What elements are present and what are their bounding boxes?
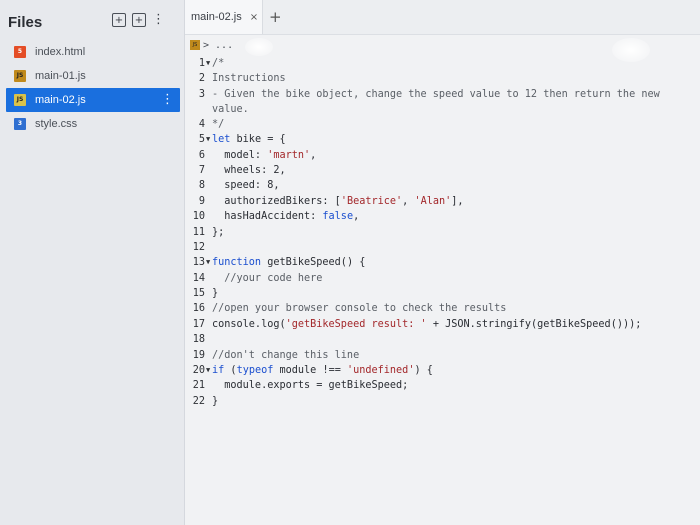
breadcrumb-path: > ...: [203, 39, 234, 51]
line-number: 6: [198, 149, 205, 161]
code-text: wheels: 2,: [212, 164, 286, 176]
code-line[interactable]: 2 Instructions: [185, 71, 700, 86]
kebab-icon[interactable]: ⋮: [152, 13, 165, 27]
code-line[interactable]: 13 ▼ function getBikeSpeed() {: [185, 255, 700, 270]
tab-label: main-02.js: [191, 11, 242, 23]
file-item-main-02-js[interactable]: JS main-02.js ⋮: [6, 88, 180, 112]
line-number: 1: [198, 58, 205, 69]
code-text: authorizedBikers: ['Beatrice', 'Alan'],: [212, 195, 464, 207]
code-line[interactable]: 19 //don't change this line: [185, 348, 700, 363]
code-line[interactable]: 20 ▼ if (typeof module !== 'undefined') {: [185, 363, 700, 378]
code-line[interactable]: 10 hasHadAccident: false,: [185, 209, 700, 224]
code-line[interactable]: 9 authorizedBikers: ['Beatrice', 'Alan']…: [185, 194, 700, 209]
code-line[interactable]: 22}: [185, 394, 700, 409]
code-text: /*: [212, 58, 225, 69]
line-number: 22: [192, 395, 205, 407]
file-item-main-01-js[interactable]: JS main-01.js: [0, 64, 184, 88]
screen-glare: [612, 38, 650, 62]
code-line[interactable]: 3 - Given the bike object, change the spe…: [185, 87, 700, 117]
code-text: let bike = {: [212, 134, 286, 146]
line-number: 17: [192, 318, 205, 330]
line-number: 19: [192, 349, 205, 361]
code-text: model: 'martn',: [212, 149, 317, 161]
new-folder-icon[interactable]: +: [132, 13, 146, 27]
line-number: 16: [192, 303, 205, 315]
code-line[interactable]: 21 module.exports = getBikeSpeed;: [185, 378, 700, 393]
code-line[interactable]: 4 */: [185, 117, 700, 132]
sidebar-toolbar: + + ⋮: [112, 13, 165, 27]
file-menu-kebab-icon[interactable]: ⋮: [161, 92, 174, 107]
fold-toggle-icon[interactable]: ▼: [206, 363, 210, 378]
line-number: 3: [198, 88, 205, 100]
line-number: 4: [198, 118, 205, 130]
code-line[interactable]: 17 console.log('getBikeSpeed result: ' + …: [185, 317, 700, 332]
code-text: //open your browser console to check the…: [212, 303, 507, 315]
file-name: main-02.js: [35, 94, 86, 106]
line-number: 15: [192, 288, 205, 300]
code-text: hasHadAccident: false,: [212, 211, 360, 223]
fold-toggle-icon[interactable]: ▼: [206, 56, 210, 71]
line-number: 10: [192, 211, 205, 223]
screen-glare: [245, 38, 273, 56]
code-line[interactable]: 12: [185, 240, 700, 255]
code-text: Instructions: [212, 73, 286, 85]
code-line[interactable]: 5 ▼ let bike = {: [185, 132, 700, 147]
code-text: }: [212, 288, 219, 300]
js-icon: JS: [14, 70, 26, 82]
breadcrumb[interactable]: JS > ...: [190, 38, 233, 52]
code-line[interactable]: 16 //open your browser console to check t…: [185, 301, 700, 316]
code-text: };: [212, 226, 225, 238]
code-text: //your code here: [212, 272, 323, 284]
file-name: style.css: [35, 118, 78, 130]
file-name: main-01.js: [35, 70, 86, 82]
line-number: 21: [192, 380, 205, 392]
code-line[interactable]: 11};: [185, 225, 700, 240]
code-text: module.exports = getBikeSpeed;: [212, 380, 409, 392]
css3-icon: 3: [14, 118, 26, 130]
files-title: Files: [8, 14, 43, 31]
code-text: speed: 8,: [212, 180, 280, 192]
close-icon[interactable]: ×: [250, 12, 258, 23]
new-file-icon[interactable]: +: [112, 13, 126, 27]
add-tab-icon[interactable]: +: [269, 8, 282, 26]
line-number: 13: [192, 257, 205, 269]
code-line[interactable]: 14 //your code here: [185, 271, 700, 286]
code-line[interactable]: 7 wheels: 2,: [185, 163, 700, 178]
code-text: console.log('getBikeSpeed result: ' + JS…: [212, 318, 642, 330]
line-number: 8: [198, 180, 205, 192]
fold-toggle-icon[interactable]: ▼: [206, 132, 210, 147]
code-line[interactable]: 8 speed: 8,: [185, 178, 700, 193]
js-icon: JS: [14, 94, 26, 106]
line-number: 9: [198, 195, 205, 207]
code-text: if (typeof module !== 'undefined') {: [212, 365, 433, 377]
line-number: 12: [192, 241, 205, 253]
html5-icon: 5: [14, 46, 26, 58]
file-list: 5 index.html JS main-01.js JS main-02.js…: [0, 40, 184, 136]
code-line[interactable]: 18: [185, 332, 700, 347]
file-name: index.html: [35, 46, 86, 58]
line-number: 2: [198, 73, 205, 85]
code-editor[interactable]: 1 ▼/* 2 Instructions 3- Given the bike objec…: [185, 56, 700, 409]
line-number: 7: [198, 164, 205, 176]
code-text: function getBikeSpeed() {: [212, 257, 366, 269]
code-text: - Given the bike object, change the spee…: [212, 88, 660, 116]
file-item-index-html[interactable]: 5 index.html: [0, 40, 184, 64]
code-text: */: [212, 118, 225, 130]
line-number: 11: [192, 226, 205, 238]
line-number: 14: [192, 272, 205, 284]
line-number: 5: [198, 134, 205, 146]
tab-main-02-js[interactable]: main-02.js ×: [185, 0, 263, 34]
js-icon: JS: [190, 40, 200, 50]
code-line[interactable]: 6 model: 'martn',: [185, 148, 700, 163]
code-text: }: [212, 395, 219, 407]
file-item-style-css[interactable]: 3 style.css: [0, 112, 184, 136]
line-number: 18: [192, 334, 205, 346]
code-text: //don't change this line: [212, 349, 360, 361]
line-number: 20: [192, 365, 205, 377]
file-sidebar: Files + + ⋮ 5 index.html JS main-01.js J…: [0, 0, 185, 525]
editor-tabbar: main-02.js × +: [185, 0, 700, 35]
fold-toggle-icon[interactable]: ▼: [206, 255, 210, 270]
code-line[interactable]: 15}: [185, 286, 700, 301]
